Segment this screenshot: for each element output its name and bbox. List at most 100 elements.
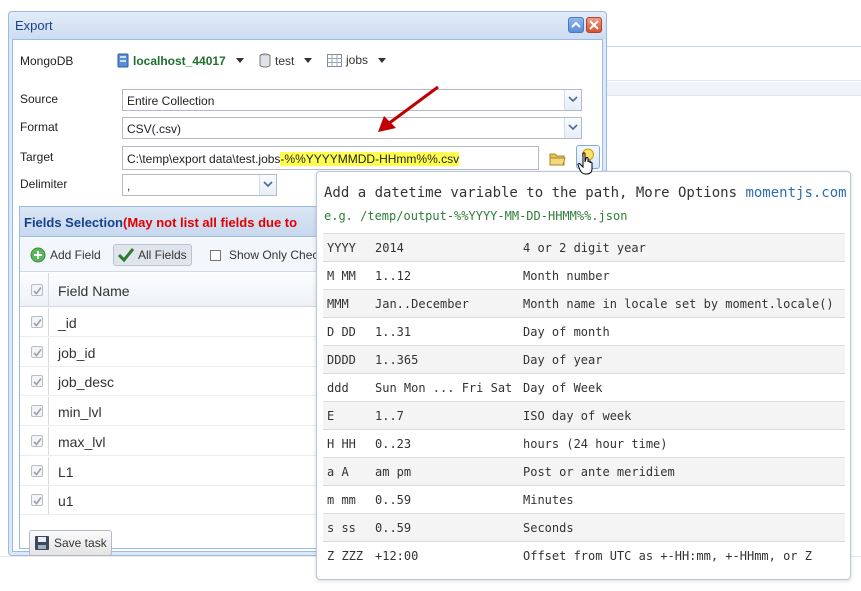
format-token-row: MMM Jan..December Month name in locale set… <box>323 289 845 317</box>
tooltip-example: e.g. /temp/output-%%YYYY-MM-DD-HHMM%%.js… <box>324 209 628 223</box>
format-token-row: YYYY 2014 4 or 2 digit year <box>323 233 845 261</box>
description-cell: Post or ante meridiem <box>523 465 675 479</box>
format-token-row: E 1..7 ISO day of week <box>323 401 845 429</box>
column-divider <box>48 456 49 485</box>
datetime-variable-tooltip: Add a datetime variable to the path, Mor… <box>316 171 851 580</box>
field-name-cell: job_id <box>58 344 96 361</box>
format-dropdown-trigger[interactable] <box>564 118 581 138</box>
save-task-button[interactable]: Save task <box>29 530 112 556</box>
delimiter-label: Delimiter <box>20 177 68 191</box>
token-cell: MMM <box>327 297 349 311</box>
description-cell: Seconds <box>523 521 574 535</box>
token-cell: YYYY <box>327 241 356 255</box>
connection-selector[interactable]: localhost_44017 <box>117 53 244 68</box>
field-name-column-header[interactable]: Field Name <box>58 283 130 299</box>
checkmark-icon <box>33 287 42 295</box>
checkmark-icon <box>33 348 42 357</box>
column-divider <box>48 426 49 455</box>
chevron-up-icon <box>571 21 581 28</box>
token-cell: a A <box>327 465 349 479</box>
token-cell: m mm <box>327 493 356 507</box>
delimiter-combo[interactable]: , <box>122 174 277 196</box>
collapse-button[interactable] <box>568 17 584 33</box>
format-token-row: Z ZZZ +12:00 Offset from UTC as +-HH:mm, +… <box>323 541 845 569</box>
column-divider <box>48 397 49 426</box>
format-token-row: DDDD 1..365 Day of year <box>323 345 845 373</box>
row-checkbox[interactable] <box>31 316 43 328</box>
description-cell: 4 or 2 digit year <box>523 241 646 255</box>
all-fields-button[interactable]: All Fields <box>113 244 192 266</box>
dialog-title: Export <box>15 18 53 33</box>
range-cell: 0..59 <box>375 521 412 535</box>
field-name-cell: _id <box>58 315 77 331</box>
column-divider <box>48 367 49 396</box>
source-label: Source <box>20 92 59 106</box>
field-name-cell: job_desc <box>58 374 115 391</box>
description-cell: Day of month <box>523 325 610 339</box>
token-cell: s ss <box>327 521 356 535</box>
row-checkbox[interactable] <box>31 375 43 388</box>
delimiter-dropdown-trigger[interactable] <box>259 175 276 195</box>
fields-selection-title-text: Fields Selection <box>24 215 123 230</box>
row-checkbox[interactable] <box>31 345 43 358</box>
checkmark-icon <box>33 319 42 327</box>
show-only-checked-checkbox[interactable] <box>210 249 221 261</box>
chevron-down-icon <box>378 57 387 63</box>
source-combo[interactable]: Entire Collection <box>122 89 582 111</box>
range-cell: Jan..December <box>375 297 469 311</box>
format-label: Format <box>20 120 59 134</box>
description-cell: Month number <box>523 269 610 283</box>
format-token-row: s ss 0..59 Seconds <box>323 513 845 541</box>
add-icon <box>30 247 46 263</box>
fields-selection-title: Fields Selection(May not list all fields… <box>24 215 297 230</box>
column-divider <box>48 486 49 515</box>
target-value-highlight: -%%YYYYMMDD-HHmm%%.csv <box>280 152 460 166</box>
range-cell: 1..365 <box>375 353 419 367</box>
range-cell: 1..31 <box>375 325 412 339</box>
select-all-checkbox[interactable] <box>31 284 43 296</box>
token-cell: D DD <box>327 325 356 339</box>
database-selector[interactable]: test <box>259 53 313 68</box>
save-task-label: Save task <box>54 536 107 550</box>
browse-folder-button[interactable] <box>546 147 568 169</box>
annotation-arrow-icon <box>378 85 439 132</box>
row-checkbox[interactable] <box>31 494 43 507</box>
chevron-down-icon <box>235 58 244 63</box>
row-checkbox[interactable] <box>31 405 43 418</box>
checkmark-icon <box>33 437 42 446</box>
dialog-titlebar[interactable]: Export <box>9 12 606 39</box>
row-checkbox[interactable] <box>31 464 43 477</box>
show-only-checked-toggle[interactable]: Show Only Check <box>206 244 328 266</box>
format-combo[interactable]: CSV(.csv) <box>122 117 582 139</box>
checkmark-icon <box>33 378 42 387</box>
range-cell: 0..23 <box>375 437 412 451</box>
range-cell: 1..7 <box>375 409 404 423</box>
target-input[interactable]: C:\temp\export data\test.jobs-%%YYYYMMDD… <box>122 146 539 170</box>
show-only-checked-label: Show Only Check <box>229 248 325 262</box>
target-label: Target <box>20 150 54 164</box>
field-name-cell: u1 <box>58 493 74 510</box>
momentjs-link[interactable]: momentjs.com <box>745 185 846 201</box>
database-name: test <box>275 53 295 68</box>
background-divider <box>606 80 861 81</box>
collection-selector[interactable]: jobs <box>327 53 387 67</box>
tooltip-title-text: Add a datetime variable to the path, Mor… <box>324 185 746 201</box>
token-cell: Z ZZZ <box>327 549 364 563</box>
description-cell: Offset from UTC as +-HH:mm, +-HHmm, or Z <box>523 549 812 563</box>
all-fields-label: All Fields <box>138 248 187 262</box>
source-value: Entire Collection <box>127 94 215 108</box>
close-button[interactable] <box>586 17 602 33</box>
table-icon <box>327 53 342 67</box>
source-dropdown-trigger[interactable] <box>564 90 581 110</box>
description-cell: Day of year <box>523 353 603 367</box>
format-value: CSV(.csv) <box>127 122 181 136</box>
token-cell: H HH <box>327 437 356 451</box>
server-icon <box>117 53 129 68</box>
chevron-down-icon <box>304 58 313 63</box>
format-token-row: ddd Sun Mon ... Fri Sat Day of Week <box>323 373 845 401</box>
row-checkbox[interactable] <box>31 434 43 447</box>
format-token-row: a A am pm Post or ante meridiem <box>323 457 845 485</box>
background-toolbar <box>606 82 861 96</box>
description-cell: Day of Week <box>523 381 603 395</box>
add-field-button[interactable]: Add Field <box>26 244 105 266</box>
